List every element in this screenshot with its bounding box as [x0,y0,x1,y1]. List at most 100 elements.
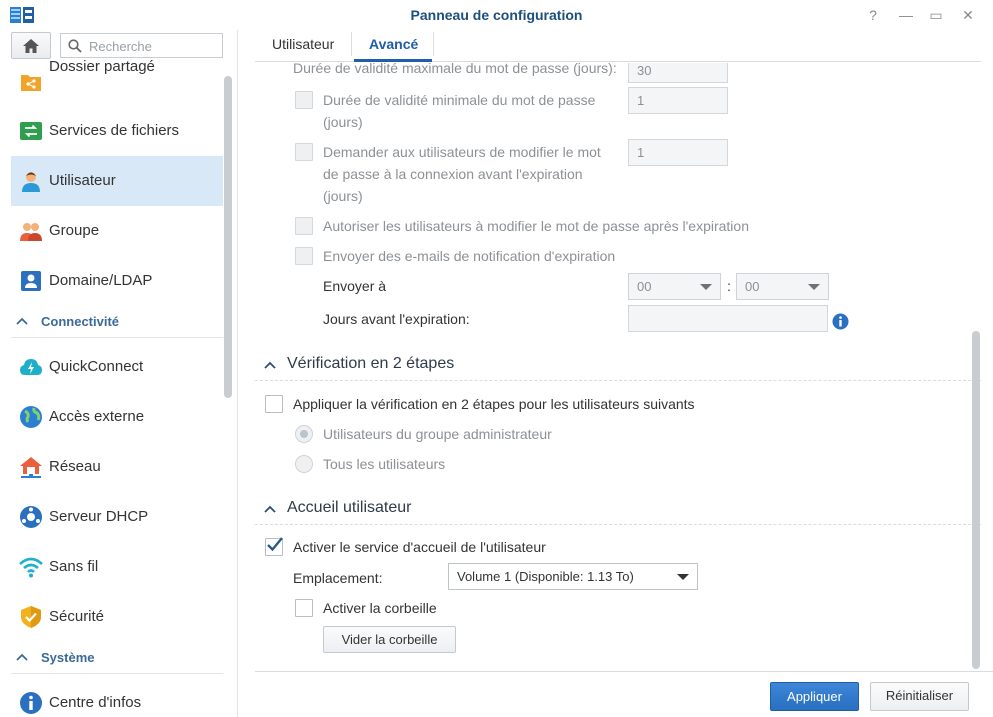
send-notification-checkbox[interactable] [295,247,313,265]
chevron-up-icon [16,653,28,661]
location-select[interactable]: Volume 1 (Disponible: 1.13 To) [448,563,698,590]
send-hour-select[interactable]: 00 [628,273,721,300]
min-validity-label-line2: (jours) [323,114,363,130]
minimize-button[interactable]: — [895,4,917,26]
active-tab-indicator [354,59,432,62]
info-icon[interactable] [832,313,849,330]
send-at-label: Envoyer à [323,278,387,294]
tab-bar: Utilisateur Avancé [255,30,981,62]
section-title: Accueil utilisateur [287,499,412,516]
send-minute-select[interactable]: 00 [736,273,829,300]
reset-button[interactable]: Réinitialiser [870,682,969,711]
footer: Appliquer Réinitialiser [255,671,993,717]
user-icon [22,172,40,192]
search-box[interactable] [60,33,223,58]
two-step-apply-checkbox[interactable] [265,395,283,413]
days-before-label: Jours avant l'expiration: [323,311,470,327]
tab-user[interactable]: Utilisateur [272,30,334,62]
help-button[interactable]: ? [862,4,884,26]
ask-change-label-line1: Demander aux utilisateurs de modifier le… [323,144,601,160]
group-icon [20,223,42,241]
max-validity-field[interactable]: 30 [628,63,728,83]
sidebar-item-shared-folder[interactable]: Dossier partagé [11,57,223,107]
time-separator: : [727,278,731,294]
sidebar-item-dhcp-server[interactable]: Serveur DHCP [11,492,223,542]
min-validity-field[interactable]: 1 [628,87,728,114]
window-title: Panneau de configuration [410,7,583,23]
sidebar-item-network[interactable]: Réseau [11,442,223,492]
sidebar-section-connectivity[interactable]: Connectivité [11,312,223,338]
sidebar-item-user[interactable]: Utilisateur [11,156,223,206]
section-user-home-header[interactable]: Accueil utilisateur [255,497,981,525]
radio-admin-group[interactable] [295,425,313,443]
section-two-step-header[interactable]: Vérification en 2 étapes [255,353,981,381]
checkmark-icon [267,537,283,552]
home-button[interactable] [11,32,51,59]
network-icon [20,457,42,478]
dropdown-arrow-icon [677,574,689,580]
sidebar-item-label: Centre d'infos [49,694,142,711]
tab-advanced[interactable]: Avancé [369,30,418,62]
radio-all-users-label: Tous les utilisateurs [323,456,446,472]
search-icon [68,39,82,53]
shield-icon [21,606,41,628]
close-button[interactable]: ✕ [957,4,979,26]
info-center-icon [20,692,42,714]
section-label: Connectivité [41,314,120,329]
send-notification-label: Envoyer des e-mails de notification d'ex… [323,248,616,264]
sidebar-item-label: Accès externe [49,408,145,425]
sidebar-item-security[interactable]: Sécurité [11,592,223,642]
two-step-apply-label: Appliquer la vérification en 2 étapes po… [293,396,695,412]
ask-change-field[interactable]: 1 [628,139,728,166]
sidebar-section-system[interactable]: Système [11,648,223,674]
section-title: Vérification en 2 étapes [287,355,455,372]
tab-separator [433,32,434,56]
file-services-icon [20,122,42,140]
domain-ldap-icon [21,271,41,291]
sidebar-item-external-access[interactable]: Accès externe [11,392,223,442]
sidebar-item-label: Réseau [49,458,101,475]
min-validity-checkbox[interactable] [295,91,313,109]
sidebar-item-label: Utilisateur [49,172,116,189]
max-validity-label: Durée de validité maximale du mot de pas… [293,63,617,76]
sidebar-item-wireless[interactable]: Sans fil [11,542,223,592]
sidebar-item-label: Groupe [49,222,100,239]
enable-recycle-label: Activer la corbeille [323,600,437,616]
send-hour-value: 00 [637,279,652,294]
shared-folder-icon [21,75,41,91]
send-minute-value: 00 [745,279,760,294]
dhcp-server-icon [20,506,42,528]
sidebar-item-file-services[interactable]: Services de fichiers [11,106,223,156]
sidebar-item-info-center[interactable]: Centre d'infos [11,678,223,717]
radio-all-users[interactable] [295,455,313,473]
dropdown-arrow-icon [700,284,712,290]
ask-change-checkbox[interactable] [295,143,313,161]
chevron-up-icon [16,317,28,325]
sidebar-item-group[interactable]: Groupe [11,206,223,256]
allow-after-expiry-label: Autoriser les utilisateurs à modifier le… [323,218,749,234]
sidebar-item-label: Dossier partagé [49,58,155,75]
sidebar-item-label: Sécurité [49,608,105,625]
ask-change-label-line3: (jours) [323,188,363,204]
enable-recycle-checkbox[interactable] [295,599,313,617]
search-input[interactable] [89,37,219,55]
days-before-field[interactable] [628,305,828,332]
sidebar-item-domain-ldap[interactable]: Domaine/LDAP [11,256,223,306]
section-label: Système [41,650,95,665]
enable-user-home-checkbox[interactable] [265,537,283,556]
empty-recycle-button[interactable]: Vider la corbeille [323,626,456,653]
location-value: Volume 1 (Disponible: 1.13 To) [457,569,634,584]
external-access-icon [20,406,42,428]
sidebar-scrollbar[interactable] [224,76,232,398]
sidebar: Dossier partagé Services de fichiers Uti… [0,30,238,717]
chevron-up-icon [264,361,276,369]
allow-after-expiry-checkbox[interactable] [295,217,313,235]
chevron-up-icon [264,505,276,513]
sidebar-item-label: Serveur DHCP [49,508,149,525]
content-scrollbar[interactable] [972,331,980,669]
sidebar-item-label: Domaine/LDAP [49,272,153,289]
maximize-button[interactable]: ▭ [925,4,947,26]
apply-button[interactable]: Appliquer [770,682,859,711]
sidebar-item-quickconnect[interactable]: QuickConnect [11,342,223,392]
location-label: Emplacement: [293,570,383,586]
